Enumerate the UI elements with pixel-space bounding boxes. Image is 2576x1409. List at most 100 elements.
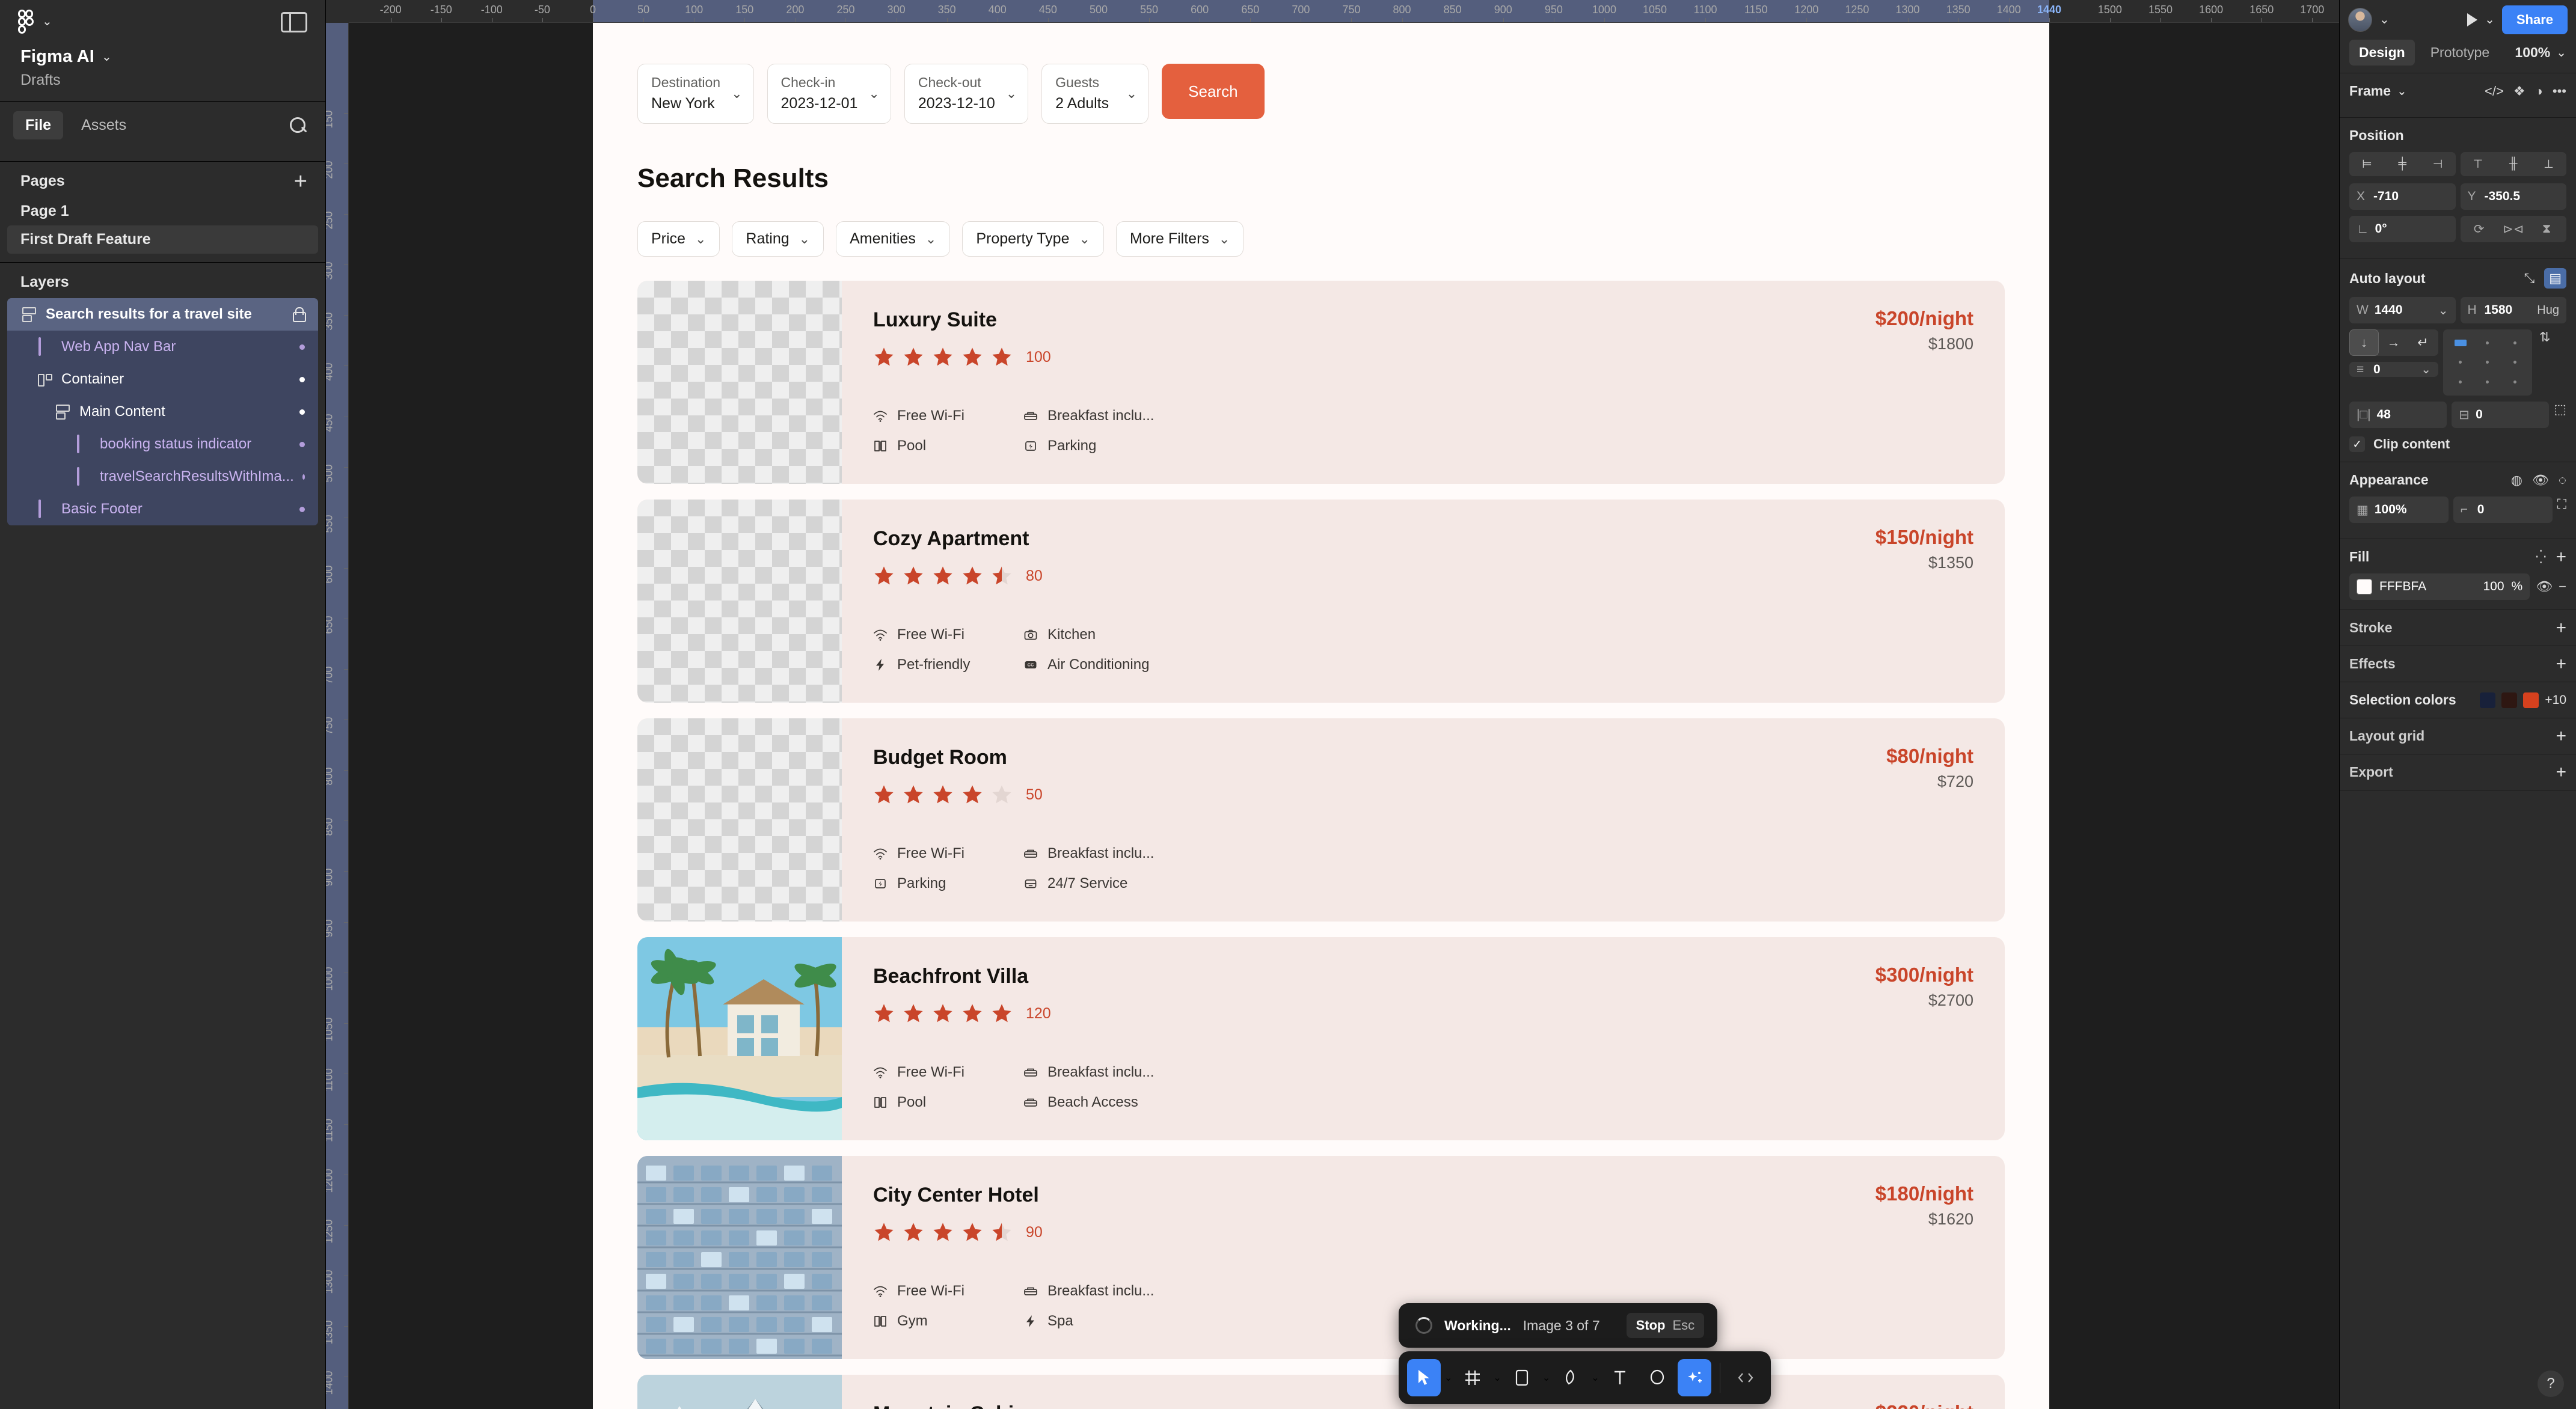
tab-design[interactable]: Design: [2349, 40, 2415, 66]
direction-horizontal-icon[interactable]: →: [2379, 329, 2408, 356]
visibility-dot[interactable]: [299, 441, 305, 447]
page-item-page-1[interactable]: Page 1: [0, 197, 325, 225]
independent-corners-icon[interactable]: ⛶: [2557, 497, 2566, 523]
align-right-icon[interactable]: ⊣: [2420, 152, 2456, 176]
add-page-icon[interactable]: +: [294, 170, 307, 193]
listing-card[interactable]: Mountain Cabin 110 Free Wi-Fi Fireplace …: [637, 1375, 2005, 1409]
layer-row-container[interactable]: Container: [7, 363, 318, 396]
dev-mode-tool[interactable]: [1729, 1359, 1762, 1396]
chevron-down-icon[interactable]: ⌄: [2556, 47, 2566, 59]
fill-color-swatch[interactable]: [2357, 579, 2372, 594]
layer-row-travel-search-results[interactable]: travelSearchResultsWithIma...: [7, 460, 318, 493]
stop-button[interactable]: Stop Esc: [1626, 1313, 1705, 1338]
selection-colors-more[interactable]: +10: [2545, 693, 2566, 708]
search-icon[interactable]: [288, 116, 307, 135]
fill-visibility-icon[interactable]: 👁: [2536, 579, 2553, 594]
auto-layout-toggle-icon[interactable]: ▤: [2544, 268, 2566, 289]
code-icon[interactable]: </>: [2485, 84, 2504, 99]
vertical-padding-field[interactable]: ⊟ 0: [2452, 402, 2550, 428]
chevron-down-icon[interactable]: ⌄: [1444, 1372, 1452, 1384]
destination-field[interactable]: Destination New York ⌄: [637, 64, 754, 124]
horizontal-padding-field[interactable]: |□| 48: [2349, 402, 2447, 428]
filter-price[interactable]: Price ⌄: [637, 221, 720, 257]
add-export-icon[interactable]: +: [2556, 763, 2566, 781]
lock-icon[interactable]: [292, 307, 306, 322]
chevron-down-icon[interactable]: ⌄: [2421, 362, 2431, 377]
clip-content-row[interactable]: ✓ Clip content: [2349, 436, 2566, 452]
chevron-down-icon[interactable]: ⌄: [2485, 14, 2495, 26]
chevron-down-icon[interactable]: ⌄: [1542, 1372, 1550, 1384]
play-icon[interactable]: [2467, 13, 2478, 26]
add-fill-icon[interactable]: +: [2556, 548, 2566, 566]
layer-row-web-app-nav-bar[interactable]: Web App Nav Bar: [7, 331, 318, 363]
chevron-down-icon[interactable]: ⌄: [2397, 85, 2407, 97]
chevron-down-icon[interactable]: ⌄: [1591, 1372, 1599, 1384]
move-tool[interactable]: [1407, 1359, 1441, 1396]
alignment-grid[interactable]: [2443, 329, 2532, 396]
add-effect-icon[interactable]: +: [2556, 655, 2566, 673]
align-left-icon[interactable]: ⊨: [2349, 152, 2385, 176]
tab-file[interactable]: File: [13, 111, 64, 139]
ai-tool[interactable]: [1677, 1359, 1711, 1396]
toggle-sidebar-icon[interactable]: [281, 12, 307, 32]
help-button[interactable]: ?: [2538, 1371, 2564, 1397]
selection-color-swatch[interactable]: [2523, 692, 2539, 708]
avatar[interactable]: [2348, 8, 2372, 32]
check-out-field[interactable]: Check-out 2023-12-10 ⌄: [904, 64, 1029, 124]
more-options-icon[interactable]: •••: [2553, 84, 2566, 99]
check-in-field[interactable]: Check-in 2023-12-01 ⌄: [767, 64, 891, 124]
text-tool[interactable]: [1603, 1359, 1637, 1396]
align-top-icon[interactable]: ⊤: [2461, 152, 2496, 176]
remove-fill-icon[interactable]: −: [2559, 579, 2566, 594]
direction-vertical-icon[interactable]: ↓: [2349, 329, 2379, 356]
blur-icon[interactable]: ◌: [2559, 472, 2566, 488]
chevron-down-icon[interactable]: ⌄: [2379, 14, 2390, 26]
corner-radius-field[interactable]: ⌐ 0: [2453, 497, 2553, 523]
zoom-level[interactable]: 100%: [2515, 44, 2550, 61]
gap-field[interactable]: ≡ 0 ⌄: [2349, 362, 2438, 377]
x-position-field[interactable]: X -710: [2349, 183, 2456, 210]
listing-card[interactable]: Budget Room 50 Free Wi-Fi Breakfast incl…: [637, 718, 2005, 922]
opacity-field[interactable]: ▦ 100%: [2349, 497, 2449, 523]
collapse-icon[interactable]: ⤡: [2524, 270, 2535, 286]
align-top-left[interactable]: [2454, 339, 2467, 346]
direction-wrap-icon[interactable]: ↵: [2408, 329, 2438, 356]
design-frame[interactable]: Destination New York ⌄ Check-in 2023-12-…: [593, 23, 2049, 1409]
padding-expand-icon[interactable]: ⬚: [2554, 402, 2566, 428]
chevron-down-icon[interactable]: ⌄: [1493, 1372, 1501, 1384]
layer-row-basic-footer[interactable]: Basic Footer: [7, 493, 318, 525]
figma-menu-button[interactable]: ⌄: [18, 10, 52, 34]
visibility-dot[interactable]: [299, 409, 305, 415]
styles-icon[interactable]: ⁛: [2536, 549, 2547, 565]
layout-settings-icon[interactable]: ⇅: [2539, 329, 2550, 345]
guests-field[interactable]: Guests 2 Adults ⌄: [1041, 64, 1149, 124]
chevron-down-icon[interactable]: ⌄: [2438, 303, 2449, 318]
rotation-field[interactable]: ∟ 0°: [2349, 216, 2456, 242]
clip-content-checkbox[interactable]: ✓: [2349, 436, 2365, 452]
align-bottom-icon[interactable]: ⊥: [2531, 152, 2566, 176]
shape-tool[interactable]: [1505, 1359, 1539, 1396]
align-v-center-icon[interactable]: ╫: [2495, 152, 2531, 176]
visibility-dot[interactable]: [299, 376, 305, 382]
selection-color-swatch[interactable]: [2480, 692, 2496, 708]
share-button[interactable]: Share: [2501, 5, 2568, 34]
y-position-field[interactable]: Y -350.5: [2460, 183, 2566, 210]
layer-row-main-content[interactable]: Main Content: [7, 396, 318, 428]
listing-card[interactable]: City Center Hotel 90 Free Wi-Fi Breakfas…: [637, 1156, 2005, 1360]
listing-card[interactable]: Luxury Suite 100 Free Wi-Fi Breakfast in…: [637, 281, 2005, 484]
frame-tool[interactable]: [1456, 1359, 1489, 1396]
listing-card[interactable]: Beachfront Villa 120 Free Wi-Fi Breakfas…: [637, 937, 2005, 1141]
filter-amenities[interactable]: Amenities ⌄: [836, 221, 951, 257]
filter-property-type[interactable]: Property Type ⌄: [962, 221, 1104, 257]
flip-vertical-icon[interactable]: ⧗: [2542, 222, 2553, 236]
align-h-center-icon[interactable]: ╪: [2385, 152, 2420, 176]
listing-card[interactable]: Cozy Apartment 80 Free Wi-Fi Kitchen Pet…: [637, 500, 2005, 703]
visibility-icon[interactable]: 👁: [2532, 472, 2549, 488]
visibility-dot[interactable]: [302, 474, 305, 480]
search-button[interactable]: Search: [1162, 64, 1265, 119]
file-name-row[interactable]: Figma AI ⌄: [20, 47, 307, 67]
page-item-first-draft-feature[interactable]: First Draft Feature: [7, 225, 318, 254]
width-field[interactable]: W 1440 ⌄: [2349, 297, 2456, 323]
pen-tool[interactable]: [1554, 1359, 1587, 1396]
canvas[interactable]: Destination New York ⌄ Check-in 2023-12-…: [326, 0, 2339, 1409]
